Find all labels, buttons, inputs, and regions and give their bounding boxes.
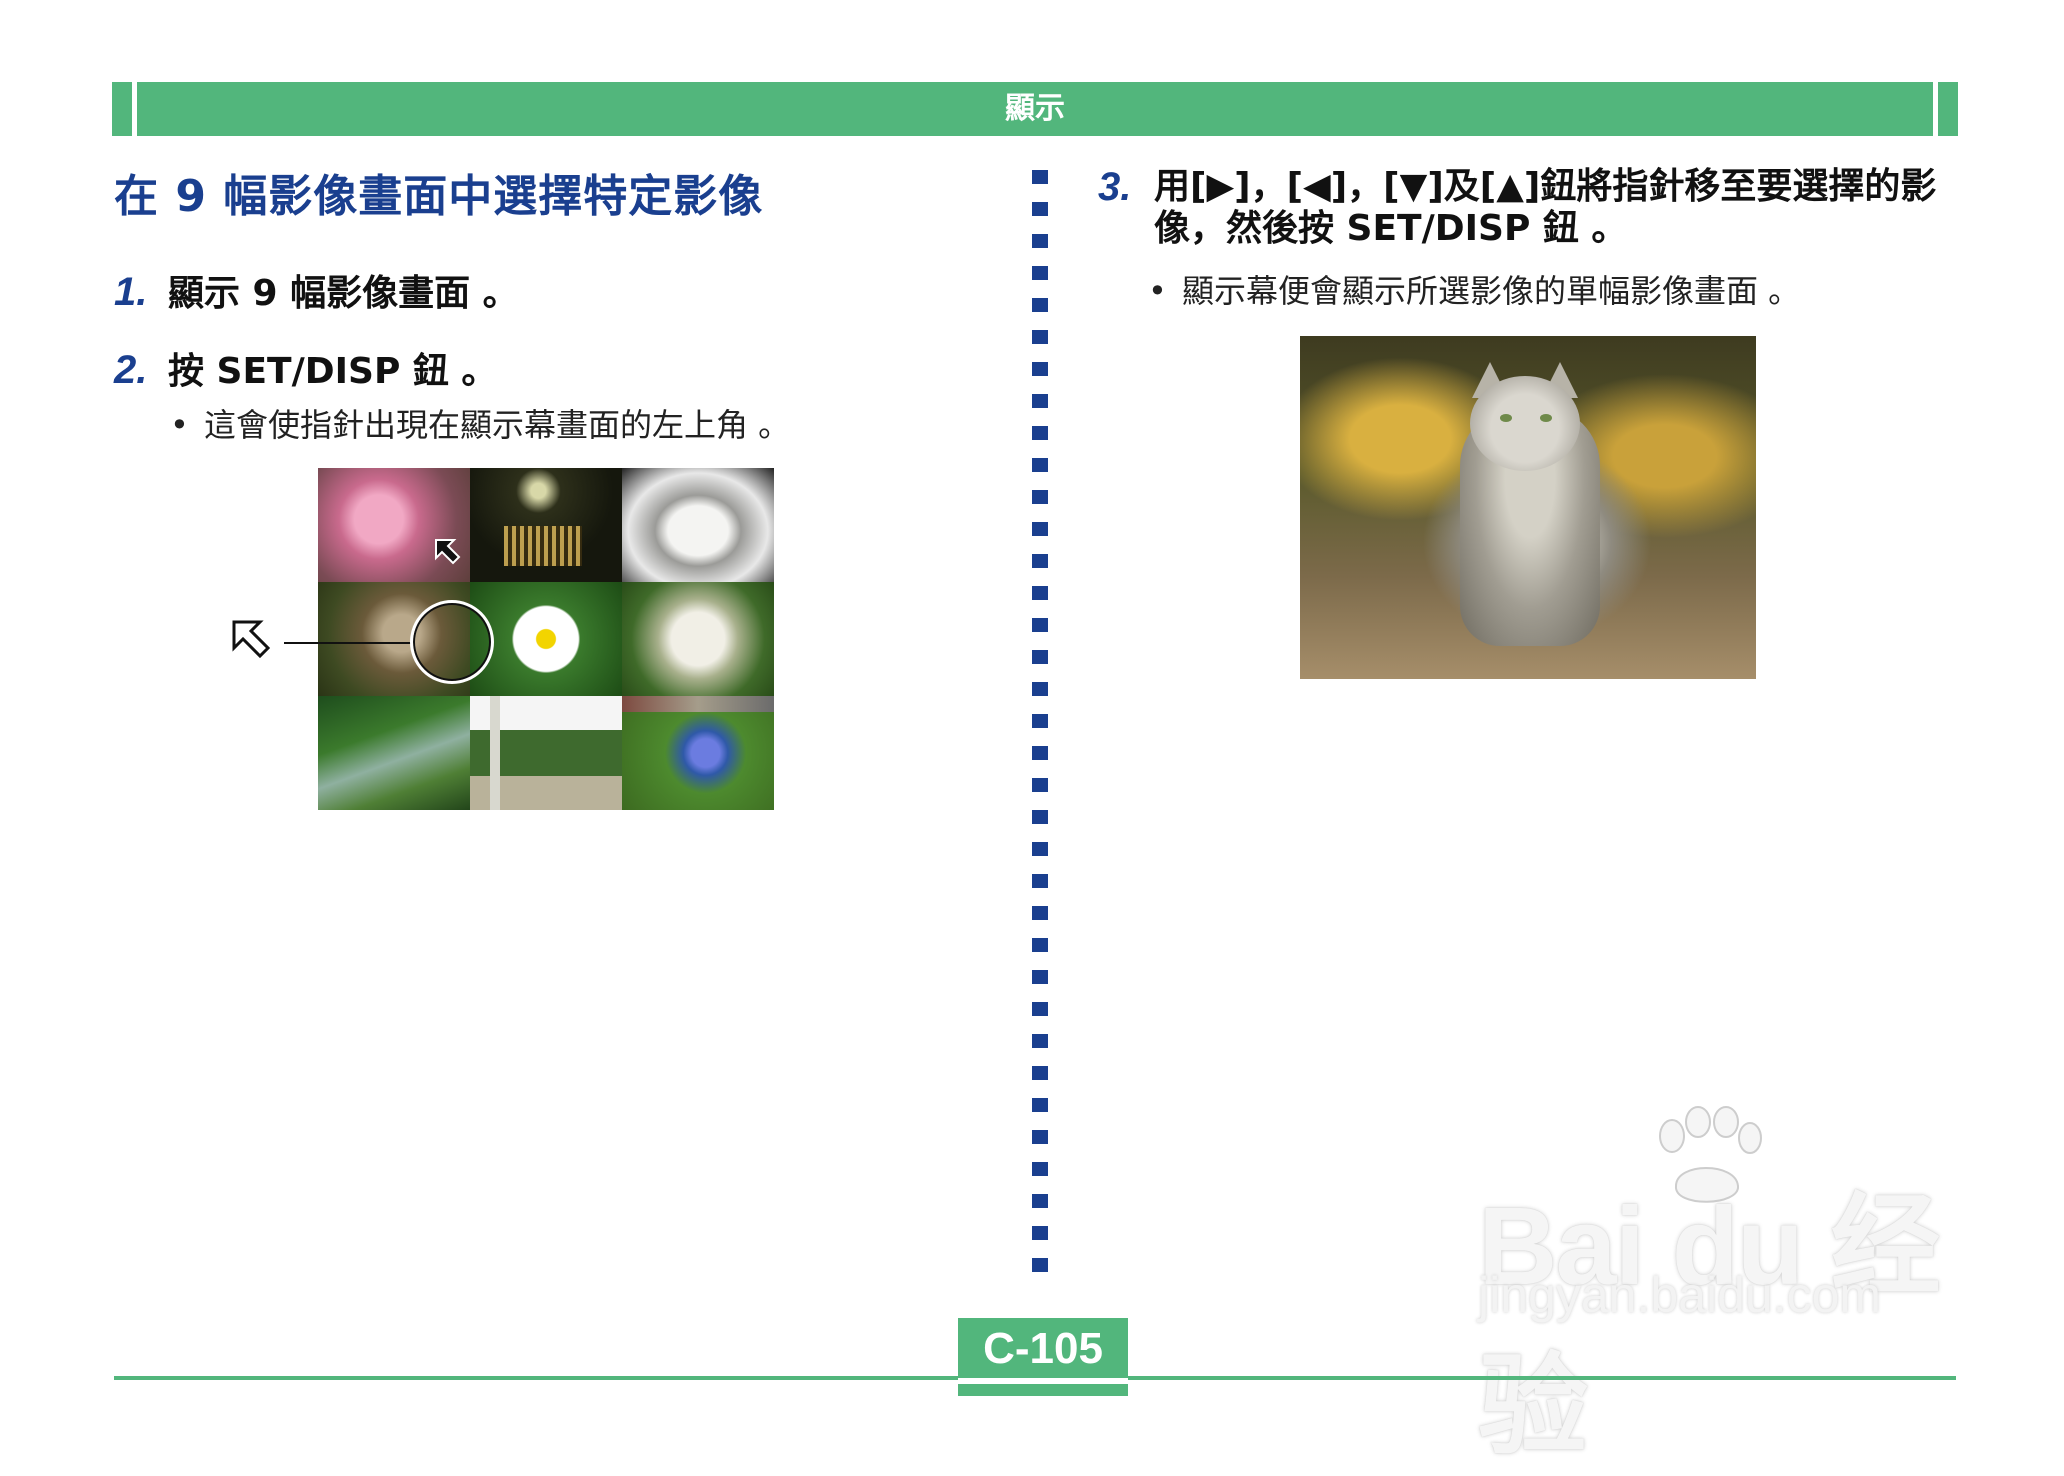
selected-image-cat <box>1300 336 1756 679</box>
step-2-number: 2. <box>114 348 148 392</box>
step-1: 1. 顯示 9 幅影像畫面 。 <box>114 264 519 316</box>
bullet-dot: • <box>170 406 189 444</box>
step-1-text: 顯示 9 幅影像畫面 。 <box>168 273 519 314</box>
step-2-bullet: • 這會使指針出現在顯示幕畫面的左上角 。 <box>170 400 790 446</box>
step-3: 3. 用[▶]，[◀]，[▼]及[▲]鈕將指針移至要選擇的影像，然後按 SET/D… <box>1098 166 1978 250</box>
thumbnail-night-building <box>470 468 622 582</box>
step-2-bullet-text: 這會使指針出現在顯示幕畫面的左上角 。 <box>204 406 791 444</box>
thumbnail-iris <box>622 696 774 810</box>
step-3-bullet-text: 顯示幕便會顯示所選影像的單幅影像畫面 。 <box>1182 272 1801 310</box>
header-band: 顯示 <box>112 82 1958 136</box>
step-3-text: 用[▶]，[◀]，[▼]及[▲]鈕將指針移至要選擇的影像，然後按 SET/DIS… <box>1154 166 1937 249</box>
cat-eye-left <box>1500 414 1512 422</box>
bullet-dot: • <box>1148 272 1167 310</box>
baidu-watermark: Bai du 经验 jingyan.baidu.com <box>1478 1106 1958 1468</box>
page-number-badge: C-105 <box>958 1318 1128 1396</box>
step-2: 2. 按 SET/DISP 鈕 。 <box>114 342 497 394</box>
section-title: 在 9 幅影像畫面中選擇特定影像 <box>114 171 764 222</box>
step-2-text: 按 SET/DISP 鈕 。 <box>168 351 498 392</box>
pointer-arrow-icon <box>435 539 461 565</box>
header-title: 顯示 <box>1005 91 1065 126</box>
nine-image-grid <box>318 468 774 810</box>
column-divider <box>1032 170 1048 1290</box>
thumbnail-trees <box>470 696 622 810</box>
page-badge-notch <box>958 1378 1128 1384</box>
thumbnail-stream <box>318 696 470 810</box>
pointer-arrow-icon <box>232 620 271 659</box>
cat-head <box>1470 376 1580 471</box>
cat-eye-right <box>1540 414 1552 422</box>
thumbnail-kitten <box>622 468 774 582</box>
page-number: C-105 <box>983 1324 1103 1373</box>
step-3-bullet: • 顯示幕便會顯示所選影像的單幅影像畫面 。 <box>1148 266 1800 312</box>
callout-circle <box>410 600 494 684</box>
step-3-number: 3. <box>1098 165 1132 209</box>
step-1-number: 1. <box>114 270 148 314</box>
watermark-url[interactable]: jingyan.baidu.com <box>1478 1266 1881 1324</box>
callout-line <box>284 642 412 644</box>
thumbnail-dandelion <box>622 582 774 696</box>
